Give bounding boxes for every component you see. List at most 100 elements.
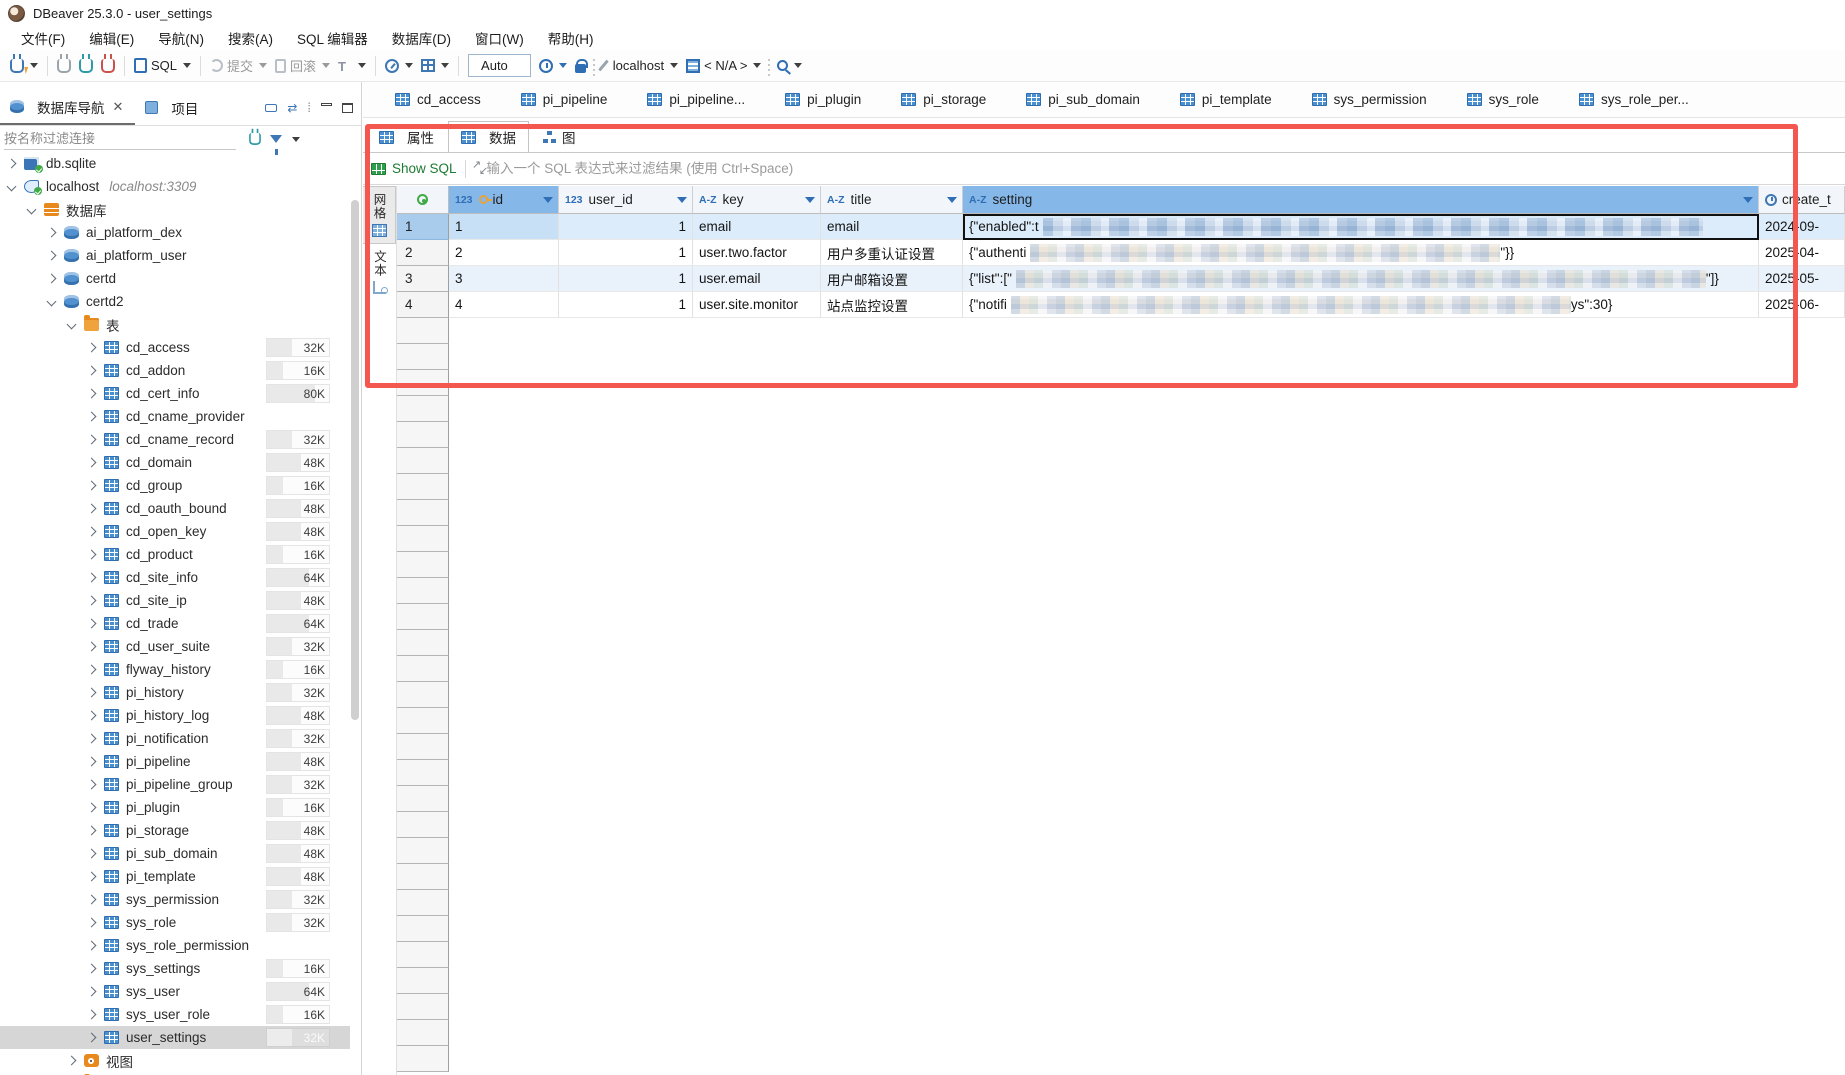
- subtab-数据[interactable]: 数据: [448, 121, 529, 152]
- chevron-right-icon[interactable]: [87, 481, 97, 491]
- chevron-right-icon[interactable]: [87, 458, 97, 468]
- close-icon[interactable]: ✕: [111, 99, 126, 115]
- tree-item-table[interactable]: cd_cname_record32K: [0, 428, 350, 451]
- grid-corner-cell[interactable]: [397, 186, 449, 214]
- column-header-user_id[interactable]: 123user_id: [559, 186, 693, 214]
- cell-setting[interactable]: {"authenti"}}: [963, 240, 1759, 266]
- subtab-图[interactable]: 图: [531, 122, 588, 152]
- cell-title[interactable]: email: [821, 214, 963, 240]
- cell-id[interactable]: 4: [449, 292, 559, 318]
- column-header-setting[interactable]: A-Zsetting: [963, 186, 1759, 214]
- tree-item-table[interactable]: sys_role_permission: [0, 934, 350, 957]
- tree-item-table[interactable]: sys_user64K: [0, 980, 350, 1003]
- sql-editor-button[interactable]: SQL: [130, 55, 195, 76]
- tree-item-table[interactable]: cd_site_ip48K: [0, 589, 350, 612]
- cell-setting[interactable]: {"notifiys":30}: [963, 292, 1759, 318]
- cell-title[interactable]: 站点监控设置: [821, 292, 963, 318]
- tree-item-table[interactable]: cd_site_info64K: [0, 566, 350, 589]
- tree-item-table[interactable]: sys_permission32K: [0, 888, 350, 911]
- tree-item[interactable]: certd: [0, 267, 350, 290]
- cell-id[interactable]: 2: [449, 240, 559, 266]
- chevron-right-icon[interactable]: [87, 1033, 97, 1043]
- row-number-cell[interactable]: 2: [397, 240, 449, 266]
- tree-item-table[interactable]: pi_pipeline48K: [0, 750, 350, 773]
- cell-id[interactable]: 3: [449, 266, 559, 292]
- chevron-right-icon[interactable]: [87, 366, 97, 376]
- chevron-down-icon[interactable]: [7, 182, 17, 192]
- tree-item-table[interactable]: cd_open_key48K: [0, 520, 350, 543]
- tab-projects[interactable]: 项目: [135, 90, 208, 125]
- chevron-right-icon[interactable]: [87, 596, 97, 606]
- cell-key[interactable]: user.email: [693, 266, 821, 292]
- expand-filter-icon[interactable]: [474, 162, 487, 175]
- rename-connection-button[interactable]: [598, 56, 609, 75]
- tree-item-table[interactable]: cd_product16K: [0, 543, 350, 566]
- transaction-log-button[interactable]: [334, 56, 370, 76]
- chevron-down-icon[interactable]: [67, 320, 77, 330]
- tree-item-table[interactable]: pi_plugin16K: [0, 796, 350, 819]
- tree-item[interactable]: ai_platform_user: [0, 244, 350, 267]
- chevron-right-icon[interactable]: [87, 987, 97, 997]
- editor-tab-cd_access[interactable]: cd_access: [377, 82, 499, 117]
- column-dropdown-icon[interactable]: [543, 197, 553, 203]
- commit-mode-select[interactable]: Auto: [468, 54, 531, 77]
- commit-button[interactable]: 提交: [206, 53, 271, 78]
- tree-item-table[interactable]: sys_role32K: [0, 911, 350, 934]
- chevron-right-icon[interactable]: [67, 1056, 77, 1066]
- subtab-属性[interactable]: 属性: [367, 122, 446, 152]
- chevron-right-icon[interactable]: [87, 527, 97, 537]
- minimize-panel-icon[interactable]: [321, 103, 332, 106]
- tree-item-table[interactable]: cd_user_suite32K: [0, 635, 350, 658]
- chevron-right-icon[interactable]: [47, 228, 57, 238]
- menu-item-F[interactable]: 文件(F): [10, 26, 76, 50]
- show-sql-button[interactable]: Show SQL: [371, 161, 457, 176]
- filter-dropdown-icon[interactable]: [292, 137, 300, 142]
- editor-tab-pi_template[interactable]: pi_template: [1162, 82, 1290, 117]
- cell-title[interactable]: 用户邮箱设置: [821, 266, 963, 292]
- menu-item-N[interactable]: 导航(N): [147, 26, 215, 50]
- cell-user-id[interactable]: 1: [559, 292, 693, 318]
- cell-create-time[interactable]: 2025-04-: [1759, 240, 1845, 266]
- chevron-right-icon[interactable]: [87, 573, 97, 583]
- chevron-right-icon[interactable]: [87, 734, 97, 744]
- rollback-button[interactable]: 回滚: [271, 53, 334, 78]
- cell-user-id[interactable]: 1: [559, 240, 693, 266]
- menu-item-W[interactable]: 窗口(W): [464, 26, 535, 50]
- editor-tab-pi_sub_domain[interactable]: pi_sub_domain: [1008, 82, 1158, 117]
- tree-item-table[interactable]: pi_template48K: [0, 865, 350, 888]
- tree-item-table[interactable]: cd_domain48K: [0, 451, 350, 474]
- chevron-down-icon[interactable]: [27, 205, 37, 215]
- maximize-panel-icon[interactable]: [342, 103, 353, 113]
- tree-item-table[interactable]: pi_sub_domain48K: [0, 842, 350, 865]
- compare-button[interactable]: [417, 56, 453, 75]
- tree-item-table[interactable]: pi_pipeline_group32K: [0, 773, 350, 796]
- chevron-right-icon[interactable]: [87, 757, 97, 767]
- tree-item-table[interactable]: pi_notification32K: [0, 727, 350, 750]
- tree-item[interactable]: ai_platform_dex: [0, 221, 350, 244]
- tree-item-table[interactable]: cd_trade64K: [0, 612, 350, 635]
- cell-create-time[interactable]: 2025-05-: [1759, 266, 1845, 292]
- chevron-right-icon[interactable]: [87, 642, 97, 652]
- dashboard-button[interactable]: [381, 56, 417, 76]
- menu-item-H[interactable]: 帮助(H): [537, 26, 605, 50]
- chevron-right-icon[interactable]: [87, 918, 97, 928]
- transaction-history-button[interactable]: [535, 56, 571, 76]
- cell-user-id[interactable]: 1: [559, 214, 693, 240]
- cell-key[interactable]: email: [693, 214, 821, 240]
- tree-item-table[interactable]: pi_storage48K: [0, 819, 350, 842]
- chevron-right-icon[interactable]: [87, 619, 97, 629]
- menu-item-D[interactable]: 数据库(D): [381, 26, 462, 50]
- tree-item-table[interactable]: cd_oauth_bound48K: [0, 497, 350, 520]
- chevron-right-icon[interactable]: [87, 964, 97, 974]
- cell-id[interactable]: 1: [449, 214, 559, 240]
- tree-item[interactable]: 数据库: [0, 198, 350, 221]
- menu-item-SQL[interactable]: SQL 编辑器: [286, 26, 379, 50]
- disconnect-button[interactable]: [97, 56, 119, 76]
- connection-selector[interactable]: localhost: [609, 55, 682, 76]
- cell-title[interactable]: 用户多重认证设置: [821, 240, 963, 266]
- tree-item-table[interactable]: cd_group16K: [0, 474, 350, 497]
- cell-key[interactable]: user.two.factor: [693, 240, 821, 266]
- editor-tab-sys_role[interactable]: sys_role: [1449, 82, 1557, 117]
- editor-tab-pi_storage[interactable]: pi_storage: [883, 82, 1004, 117]
- chevron-right-icon[interactable]: [87, 343, 97, 353]
